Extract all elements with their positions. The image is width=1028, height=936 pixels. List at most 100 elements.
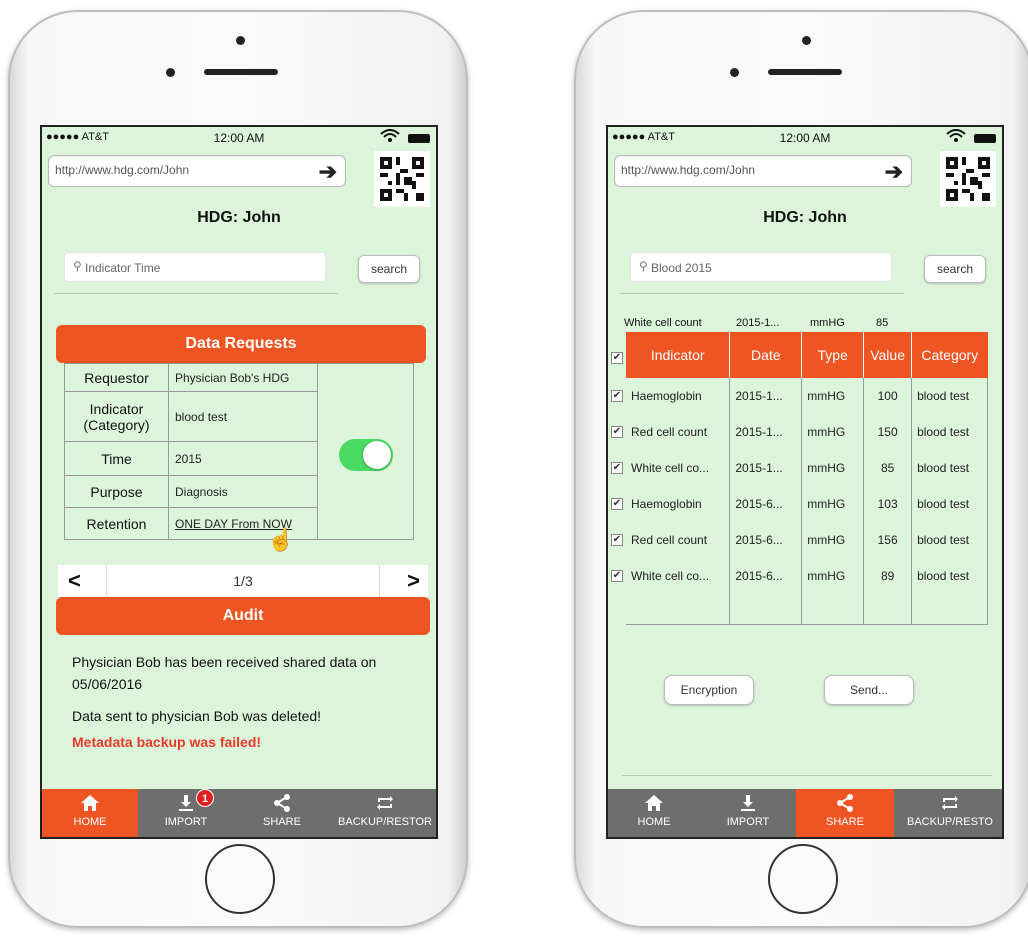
tab-import[interactable]: IMPORT [700, 789, 796, 837]
url-bar[interactable]: http://www.hdg.com/John ➔ [614, 155, 912, 187]
cell-value: 103 [863, 486, 913, 522]
error-message: Metadata backup was failed! [72, 734, 262, 750]
cell-type: mmHG [801, 486, 865, 522]
url-text: http://www.hdg.com/John [621, 163, 756, 177]
req-value: 2015 [168, 441, 318, 476]
tab-import[interactable]: IMPORT 1 [138, 789, 234, 837]
url-bar[interactable]: http://www.hdg.com/John ➔ [48, 155, 346, 187]
tab-share[interactable]: SHARE [234, 789, 330, 837]
cell-indicator: Haemoglobin [626, 486, 731, 522]
chevron-right-icon[interactable]: > [407, 568, 420, 594]
row-checkbox[interactable]: ✔ [611, 462, 623, 474]
column-header[interactable]: Date [729, 332, 803, 378]
data-requests-header: Data Requests [56, 325, 426, 363]
row-checkbox[interactable]: ✔ [611, 570, 623, 582]
prev-row-cell: White cell count [624, 317, 702, 329]
table-row[interactable]: Red cell count 2015-6... mmHG 156 blood test [626, 522, 988, 558]
pager: < 1/3 > [58, 565, 428, 597]
cell-category: blood test [911, 558, 988, 594]
req-key: Retention [64, 507, 169, 540]
audit-message: Physician Bob has been received shared d… [72, 654, 377, 692]
audit-button[interactable]: Audit [56, 597, 430, 635]
cell-indicator: Red cell count [626, 522, 731, 558]
search-button[interactable]: search [358, 255, 420, 283]
qr-code-icon[interactable] [940, 151, 996, 207]
tab-backup-restore[interactable]: BACKUP/RESTO [894, 789, 1002, 837]
row-checkbox[interactable]: ✔ [611, 390, 623, 402]
column-header[interactable]: Type [801, 332, 865, 378]
arrow-right-icon[interactable]: ➔ [319, 159, 337, 185]
cell-date: 2015-6... [729, 522, 803, 558]
cell-category: blood test [911, 450, 988, 486]
prev-row-cell: 85 [876, 317, 889, 329]
row-checkbox[interactable]: ✔ [611, 534, 623, 546]
req-key: Indicator (Category) [64, 391, 169, 442]
tab-home[interactable]: HOME [608, 789, 700, 837]
table-prev-row: White cell count 2015-1... mmHG 85 [624, 317, 888, 329]
column-header[interactable]: Value [863, 332, 913, 378]
url-text: http://www.hdg.com/John [55, 163, 190, 177]
cell-indicator: White cell co... [626, 558, 731, 594]
battery-icon [974, 134, 996, 143]
table-row[interactable]: White cell co... 2015-6... mmHG 89 blood tes… [626, 558, 988, 594]
hand-cursor-icon: ☝ [267, 527, 295, 552]
send-button[interactable]: Send... [824, 675, 914, 705]
tab-home[interactable]: HOME [42, 789, 138, 837]
share-approval-toggle[interactable] [339, 439, 393, 471]
tab-share[interactable]: SHARE [796, 789, 894, 837]
table-row[interactable]: Haemoglobin 2015-6... mmHG 103 blood test [626, 486, 988, 522]
toggle-knob [363, 441, 391, 469]
audit-message: Data sent to physician Bob was deleted! [72, 708, 322, 724]
cell-value: 100 [863, 378, 913, 414]
req-key: Time [64, 441, 169, 476]
retention-link[interactable]: ONE DAY From NOW [168, 507, 318, 540]
search-input[interactable]: ⚲ Blood 2015 [630, 252, 892, 282]
cell-category: blood test [911, 486, 988, 522]
tab-label: HOME [637, 816, 671, 828]
cell-date: 2015-6... [729, 486, 803, 522]
select-all-checkbox[interactable]: ✔ [611, 352, 623, 364]
table-row[interactable]: White cell co... 2015-1... mmHG 85 blood tes… [626, 450, 988, 486]
tab-label: SHARE [263, 816, 301, 828]
encryption-button[interactable]: Encryption [664, 675, 754, 705]
earpiece-speaker [768, 69, 842, 75]
tab-label: BACKUP/RESTO [907, 816, 993, 828]
proximity-sensor [730, 68, 739, 77]
cell-type: mmHG [801, 522, 865, 558]
prev-row-cell: mmHG [810, 317, 845, 329]
home-hardware-button[interactable] [205, 844, 275, 914]
home-hardware-button[interactable] [768, 844, 838, 914]
wifi-icon [380, 129, 400, 146]
cell-date: 2015-1... [729, 450, 803, 486]
search-placeholder: Indicator Time [85, 261, 161, 275]
table-row[interactable]: Red cell count 2015-1... mmHG 150 blood test [626, 414, 988, 450]
download-icon [138, 789, 234, 815]
column-header[interactable]: Category [911, 332, 988, 378]
cell-category: blood test [911, 414, 988, 450]
row-checkbox[interactable]: ✔ [611, 426, 623, 438]
cell-value: 85 [863, 450, 913, 486]
search-button[interactable]: search [924, 255, 986, 283]
divider [620, 293, 904, 294]
clock: 12:00 AM [213, 131, 265, 145]
results-table: Indicator Date Type Value Category Haemo… [626, 332, 988, 625]
right-screen: ●●●●● AT&T 12:00 AM http://www.hdg.com/J… [606, 125, 1004, 839]
search-icon: ⚲ [639, 259, 648, 273]
table-row[interactable]: Haemoglobin 2015-1... mmHG 100 blood test [626, 378, 988, 414]
cell-indicator: Red cell count [626, 414, 731, 450]
cell-category: blood test [911, 522, 988, 558]
wifi-icon [946, 129, 966, 146]
cell-type: mmHG [801, 558, 865, 594]
req-key: Purpose [64, 475, 169, 508]
search-input[interactable]: ⚲ Indicator Time [64, 252, 326, 282]
mockup-stage: ●●●●● AT&T 12:00 AM http://www.hdg.com/J… [0, 0, 1028, 936]
tab-backup-restore[interactable]: BACKUP/RESTOR [330, 789, 436, 837]
cell-type: mmHG [801, 378, 865, 414]
qr-code-icon[interactable] [374, 151, 430, 207]
column-header[interactable]: Indicator [626, 332, 731, 378]
row-checkbox[interactable]: ✔ [611, 498, 623, 510]
phone-frame-left: ●●●●● AT&T 12:00 AM http://www.hdg.com/J… [8, 10, 468, 928]
earpiece-speaker [204, 69, 278, 75]
divider [54, 293, 338, 294]
arrow-right-icon[interactable]: ➔ [885, 159, 903, 185]
